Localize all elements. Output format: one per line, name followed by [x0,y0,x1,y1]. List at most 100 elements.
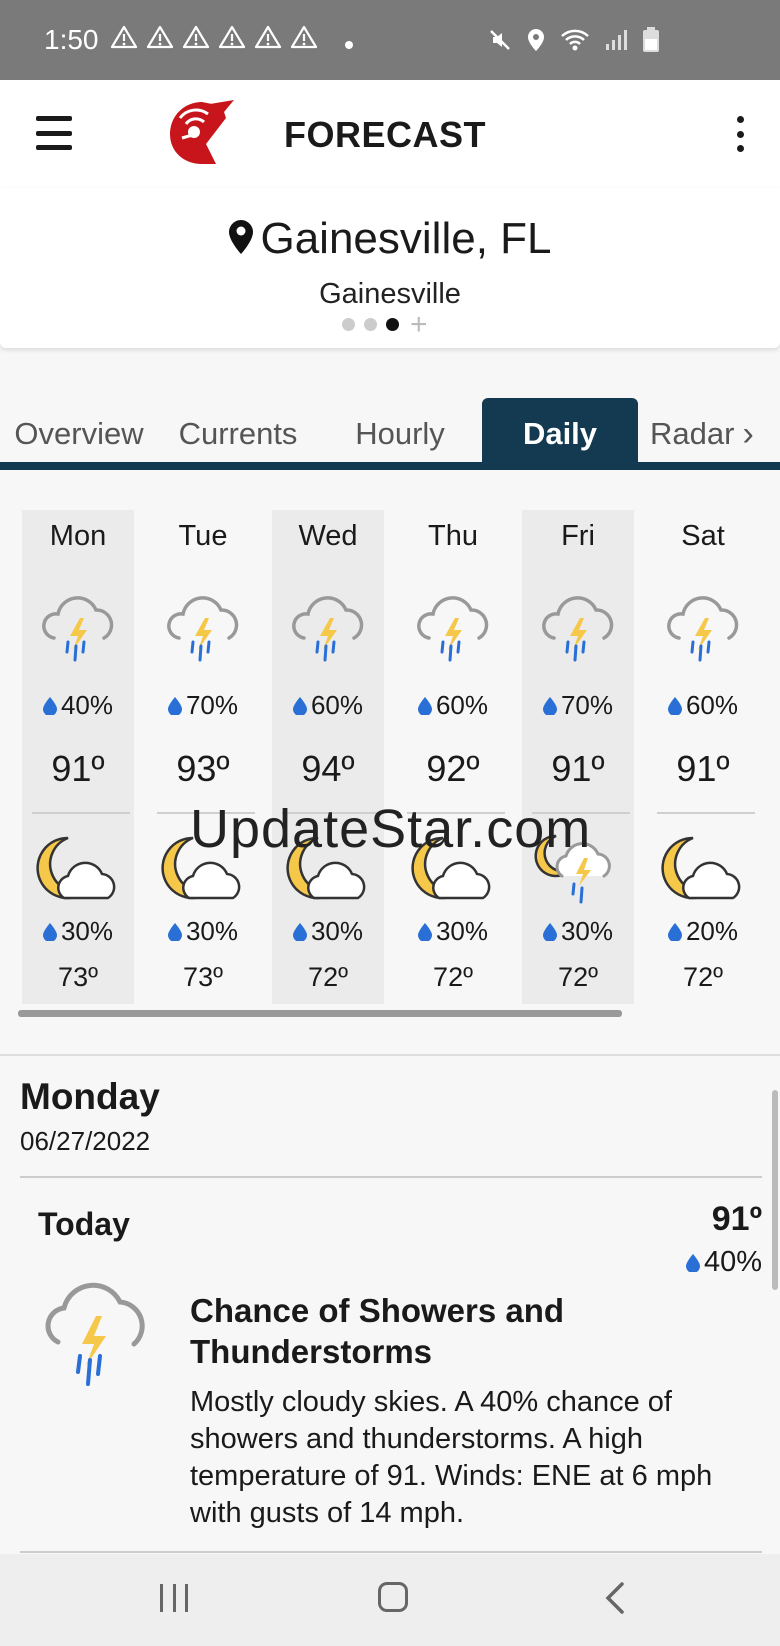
day-rain-value: 70% [185,690,239,720]
divider [20,1176,762,1178]
low-temp: 72º [308,962,348,992]
status-time: 1:50 [44,24,99,55]
menu-button[interactable] [36,116,72,150]
raindrop-icon [542,697,557,715]
system-nav-bar [0,1554,780,1646]
thunderstorm-icon [663,590,743,670]
signal-icon [606,30,627,50]
high-temp: 91º [676,748,730,789]
add-location-icon[interactable]: + [410,310,428,340]
detail-date: 06/27/2022 [20,1126,151,1156]
low-temp: 73º [183,962,223,992]
high-temp: 91º [551,748,605,789]
day-column[interactable]: Sat 60% 91º 20% 72º [647,510,759,1004]
location-subtitle: Gainesville [319,278,461,310]
warning-icon [110,24,137,49]
status-warnings [110,24,353,56]
low-temp: 73º [58,962,98,992]
mute-icon [490,30,510,50]
partly-cloudy-night-icon [659,832,747,912]
raindrop-icon [417,923,432,941]
day-column[interactable]: Thu 60% 92º 30% 72º [397,510,509,1004]
low-temp: 72º [433,962,473,992]
warning-icon [218,24,245,49]
warning-icon [182,24,209,49]
chevron-right-icon[interactable]: › [742,415,753,454]
night-rain-chance: 30% [147,916,259,947]
back-button[interactable] [600,1578,630,1618]
day-column[interactable]: Wed 60% 94º 30% 72º [272,510,384,1004]
location-pin-icon [229,220,254,254]
high-temp: 94º [301,748,355,789]
high-temp: 91º [51,748,105,789]
period-label: Today [38,1206,130,1242]
divider [20,1551,762,1553]
period-high-temp: 91º [711,1200,762,1238]
tab-currents[interactable]: Currents [158,398,318,470]
thunderstorm-icon [288,590,368,670]
day-rain-chance: 60% [272,690,384,721]
day-column[interactable]: Fri 70% 91º 30% 72º [522,510,634,1004]
day-name: Sat [681,520,725,552]
app-bar: FORECAST [0,80,780,188]
app-logo-icon [170,100,234,164]
tab-hourly[interactable]: Hourly [318,398,482,470]
status-icons [488,27,660,53]
pager-dot[interactable] [364,318,377,331]
period-rain-chance: 40% [685,1246,762,1279]
warning-icon [146,24,173,49]
tab-overview[interactable]: Overview [0,398,158,470]
tab-radar[interactable]: Radar › [638,398,780,470]
day-column[interactable]: Tue 70% 93º 30% 73º [147,510,259,1004]
raindrop-icon [167,697,182,715]
location-pager[interactable]: + [342,310,428,340]
period-description: Mostly cloudy skies. A 40% chance of sho… [190,1386,713,1529]
wifi-icon [561,29,589,51]
tab-bar: Overview Currents Hourly Daily Radar › [0,398,780,470]
night-rain-chance: 30% [397,916,509,947]
watermark: UpdateStar.com [190,799,592,859]
divider [657,812,755,814]
day-rain-value: 60% [685,690,739,720]
pager-dot-active[interactable] [386,318,399,331]
night-rain-chance: 20% [647,916,759,947]
pager-dot[interactable] [342,318,355,331]
vertical-scrollbar[interactable] [772,1090,778,1290]
day-name: Mon [49,520,107,552]
location-title: Gainesville, FL [0,214,780,264]
day-rain-value: 60% [310,690,364,720]
horizontal-scrollbar[interactable] [18,1010,622,1017]
home-button[interactable] [378,1582,408,1612]
more-options-button[interactable] [730,116,750,152]
night-rain-chance: 30% [522,916,634,947]
night-rain-chance: 30% [272,916,384,947]
day-name: Fri [561,520,595,552]
day-rain-value: 70% [560,690,614,720]
tab-radar-label: Radar [650,416,735,451]
location-name: Gainesville, FL [260,214,552,263]
raindrop-icon [292,697,307,715]
app-title: FORECAST [284,114,486,155]
thunderstorm-icon [45,1282,145,1386]
night-rain-value: 30% [310,916,364,946]
recent-apps-button[interactable] [160,1584,188,1612]
raindrop-icon [667,923,682,941]
night-rain-value: 30% [560,916,614,946]
night-rain-value: 30% [185,916,239,946]
raindrop-icon [417,697,432,715]
divider [0,1054,780,1056]
day-rain-chance: 70% [147,690,259,721]
day-name: Wed [298,520,358,552]
day-column[interactable]: Mon 40% 91º 30% 73º [22,510,134,1004]
raindrop-icon [667,697,682,715]
raindrop-icon [42,923,57,941]
daily-forecast-strip[interactable]: Mon 40% 91º 30% 73º Tue 70% 93º 30% 73º Wed 60% 94º 3… [22,510,780,1004]
thunderstorm-icon [413,590,493,670]
low-temp: 72º [558,962,598,992]
day-rain-value: 40% [60,690,114,720]
partly-cloudy-night-icon [34,832,122,912]
day-name: Tue [178,520,228,552]
tab-daily[interactable]: Daily [482,398,638,470]
tab-underline [0,462,780,470]
period-headline: Chance of Showers and Thunderstorms [190,1292,565,1370]
